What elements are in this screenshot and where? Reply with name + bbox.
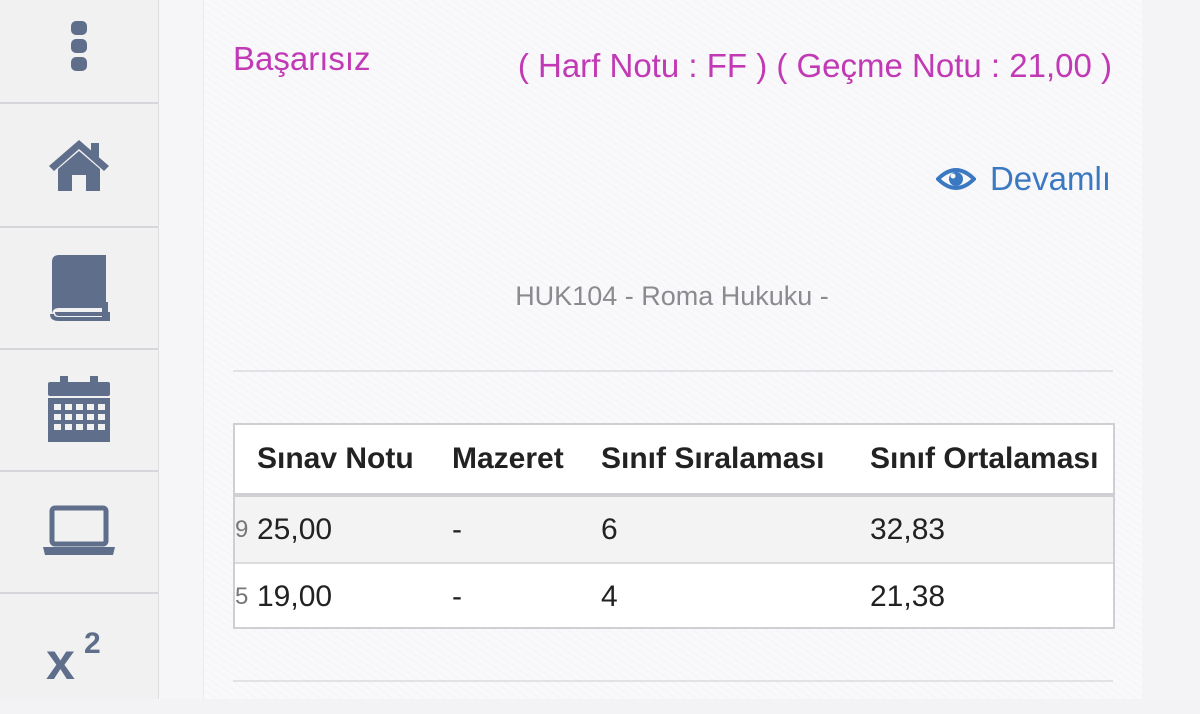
sidebar-item-home[interactable] xyxy=(0,104,158,228)
svg-text:x: x xyxy=(46,633,75,683)
sidebar-gap xyxy=(159,0,203,699)
table-header: Mazeret xyxy=(452,425,601,497)
superscript-icon: x 2 xyxy=(46,627,101,683)
table-header: Sınıf Ortalaması xyxy=(870,425,1113,497)
table-cell: 25,00 xyxy=(257,495,452,564)
table-cell: 32,83 xyxy=(870,495,1113,564)
table-cell: 19,00 xyxy=(257,563,452,627)
course-title: HUK104 - Roma Hukuku - xyxy=(515,281,829,311)
table-header-row: Sınav Notu Mazeret Sınıf Sıralaması Sını… xyxy=(235,425,1113,497)
table-cell: 6 xyxy=(601,495,870,564)
calendar-icon xyxy=(48,376,110,442)
book-icon xyxy=(50,255,110,321)
eye-icon xyxy=(935,168,976,190)
more-vertical-icon xyxy=(71,21,87,71)
grades-table: Sınav Notu Mazeret Sınıf Sıralaması Sını… xyxy=(233,423,1115,629)
sidebar-item-courses[interactable] xyxy=(0,226,158,350)
attendance-label: Devamlı xyxy=(989,160,1111,197)
sidebar-item-math[interactable]: x 2 xyxy=(0,592,158,714)
table-row: 5 19,00 - 4 21,38 xyxy=(235,563,1113,627)
table-cell: 4 xyxy=(601,563,870,627)
table-cell: - xyxy=(452,563,601,627)
laptop-icon xyxy=(43,505,115,555)
table-row: 9 25,00 - 6 32,83 xyxy=(235,495,1113,564)
sidebar-item-more[interactable] xyxy=(0,0,158,104)
grade-info: ( Harf Notu : FF ) ( Geçme Notu : 21,00 … xyxy=(517,47,1112,84)
table-header: Sınıf Sıralaması xyxy=(601,425,870,497)
right-margin xyxy=(1142,0,1200,699)
home-icon xyxy=(49,140,109,191)
sidebar-item-online[interactable] xyxy=(0,470,158,594)
table-header: Sınav Notu xyxy=(257,425,452,497)
sidebar: x 2 xyxy=(0,0,159,699)
table-cell: - xyxy=(452,495,601,564)
svg-text:2: 2 xyxy=(84,627,101,660)
sidebar-item-calendar[interactable] xyxy=(0,348,158,472)
table-header-lead xyxy=(235,425,257,497)
table-cell: 21,38 xyxy=(870,563,1113,627)
divider xyxy=(233,680,1113,682)
exam-status: Başarısız xyxy=(233,40,371,77)
divider xyxy=(233,370,1113,372)
attendance-status: Devamlı xyxy=(935,160,1111,198)
table-cell-lead: 5 xyxy=(235,563,257,627)
table-cell-lead: 9 xyxy=(235,495,257,564)
